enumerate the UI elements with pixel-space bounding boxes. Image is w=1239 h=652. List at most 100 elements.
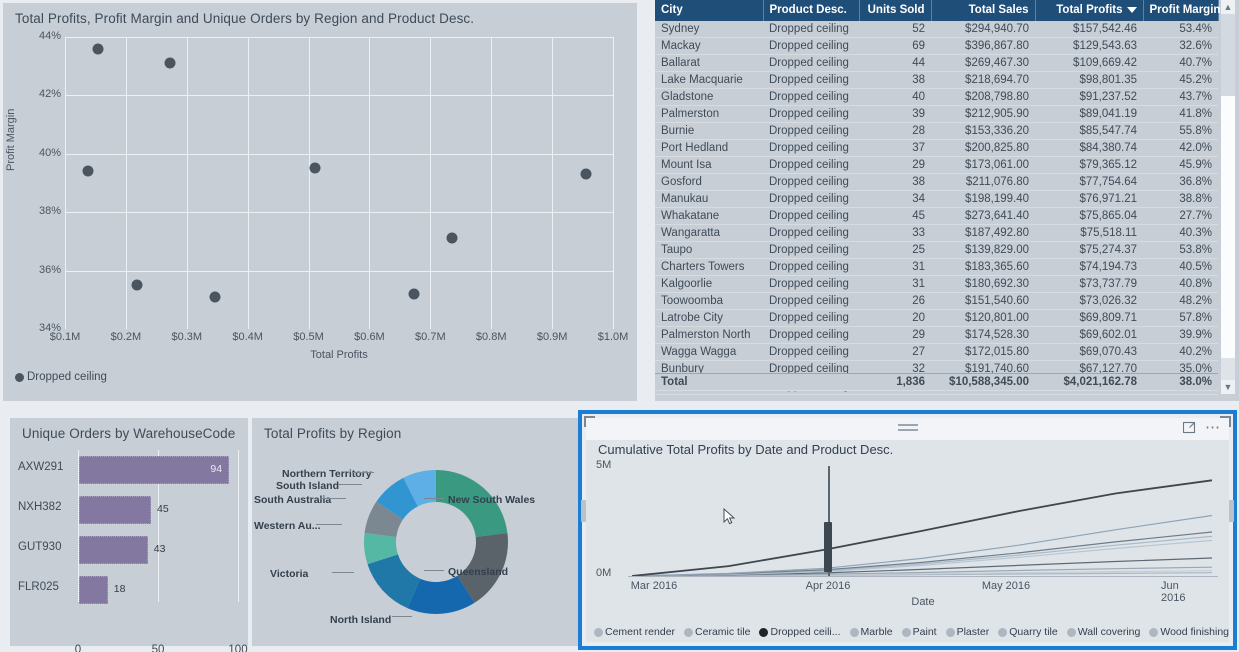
- donut-svg[interactable]: [360, 466, 512, 618]
- table-cell: 34: [859, 190, 931, 209]
- table-column-header[interactable]: Total Profits: [1035, 0, 1144, 21]
- scatter-x-tick: $0.8M: [475, 331, 507, 343]
- table-cell: Dropped ceiling: [763, 71, 859, 90]
- donut-chart-panel[interactable]: Total Profits by Region New South Wales Q…: [252, 418, 578, 646]
- header-icon-group[interactable]: ⋯: [1182, 420, 1221, 435]
- scatter-data-point[interactable]: [131, 279, 143, 291]
- table-row[interactable]: Burnie Dropped ceiling 28 $153,336.20 $85,54…: [655, 122, 1218, 141]
- more-options-icon[interactable]: ⋯: [1205, 420, 1221, 435]
- table-cell: Burnie: [655, 122, 763, 141]
- table-row[interactable]: Gosford Dropped ceiling 38 $211,076.80 $77,7…: [655, 173, 1218, 192]
- table-body[interactable]: Sydney Dropped ceiling 52 $294,940.70 $157,5…: [655, 21, 1218, 396]
- scatter-data-point[interactable]: [92, 43, 104, 55]
- donut-chart-plot[interactable]: New South Wales Queensland North Island Vic…: [252, 446, 578, 642]
- line-chart-focused-frame[interactable]: ⋯ Cumulative Total Profits by Date and P…: [578, 410, 1237, 650]
- table-row[interactable]: Lake Macquarie Dropped ceiling 38 $218,694.…: [655, 71, 1218, 90]
- scatter-gridlines: [65, 37, 614, 329]
- line-series-container[interactable]: [628, 466, 1218, 576]
- scrollbar-thumb[interactable]: [1221, 96, 1235, 358]
- focus-mode-icon[interactable]: [1182, 421, 1196, 434]
- line-series-path[interactable]: [631, 535, 1213, 576]
- legend-item[interactable]: Marble: [849, 626, 893, 638]
- table-row[interactable]: Palmerston North Dropped ceiling 29 $174,52…: [655, 326, 1218, 345]
- bar-chart-plot[interactable]: 94 45 43 18 AXW291 NXH382 GUT930 FLR025 0 50 100: [10, 448, 248, 652]
- scroll-down-icon[interactable]: ▼: [1221, 380, 1235, 394]
- line-chart-panel[interactable]: ⋯ Cumulative Total Profits by Date and P…: [586, 418, 1229, 642]
- table-column-header[interactable]: Units Sold: [859, 0, 932, 21]
- table-row[interactable]: Sydney Dropped ceiling 52 $294,940.70 $157,5…: [655, 21, 1218, 39]
- profits-table[interactable]: City Product Desc. Units Sold Total Sales To…: [655, 0, 1220, 396]
- table-row[interactable]: Kalgoorlie Dropped ceiling 31 $180,692.30 $7…: [655, 275, 1218, 294]
- scatter-x-tick: $0.4M: [232, 331, 263, 343]
- bar-segment[interactable]: [79, 536, 148, 564]
- gridline: [430, 37, 432, 329]
- table-cell: $173,061.00: [931, 156, 1035, 175]
- gridline: [125, 37, 127, 329]
- table-row[interactable]: Latrobe City Dropped ceiling 20 $120,801.00…: [655, 309, 1218, 328]
- table-row[interactable]: Manukau Dropped ceiling 34 $198,199.40 $76,9…: [655, 190, 1218, 209]
- legend-item[interactable]: Paint: [901, 626, 937, 638]
- legend-item[interactable]: Ceramic tile: [684, 626, 750, 638]
- scatter-data-point[interactable]: [408, 288, 420, 300]
- table-row[interactable]: Wagga Wagga Dropped ceiling 27 $172,015.80 $…: [655, 343, 1218, 362]
- gridline: [65, 153, 613, 155]
- table-row[interactable]: Taupo Dropped ceiling 25 $139,829.00 $75,274…: [655, 241, 1218, 260]
- table-row[interactable]: Toowoomba Dropped ceiling 26 $151,540.60 $73…: [655, 292, 1218, 311]
- scatter-y-tick: 36%: [38, 263, 61, 276]
- bar-segment[interactable]: [79, 576, 108, 604]
- scatter-chart-panel[interactable]: Total Profits, Profit Margin and Unique …: [3, 3, 637, 401]
- scatter-data-point[interactable]: [164, 57, 176, 69]
- bar-segment[interactable]: [79, 456, 230, 484]
- table-header[interactable]: City Product Desc. Units Sold Total Sales To…: [655, 0, 1220, 21]
- scatter-data-point[interactable]: [82, 165, 94, 177]
- table-row[interactable]: Mount Isa Dropped ceiling 29 $173,061.00 $79…: [655, 156, 1218, 175]
- scroll-up-icon[interactable]: ▲: [1221, 0, 1235, 14]
- table-cell: Mount Isa: [655, 156, 763, 175]
- table-cell: 31: [859, 258, 931, 277]
- table-scrollbar[interactable]: ▲ ▼: [1221, 0, 1235, 394]
- drag-handle-icon[interactable]: [897, 424, 918, 433]
- legend-item[interactable]: Wood finishing: [1149, 626, 1229, 638]
- bar-category-label: NXH382: [18, 501, 62, 513]
- scatter-x-axis-ticks: $0.1M $0.2M $0.3M $0.4M $0.5M $0.6M $0.7M $0.8M…: [50, 331, 629, 349]
- bar-segment[interactable]: [79, 496, 151, 524]
- table-row[interactable]: Whakatane Dropped ceiling 45 $273,641.40 $75…: [655, 207, 1218, 226]
- table-column-header[interactable]: City: [655, 0, 764, 21]
- line-chart-header-bar[interactable]: ⋯: [586, 418, 1229, 440]
- legend-item[interactable]: Dropped ceili...: [759, 626, 841, 638]
- scatter-legend[interactable]: Dropped ceiling: [15, 371, 107, 383]
- scatter-plot-area[interactable]: Profit Margin 34% 36% 38% 40% 42% 44% $0.1M $0…: [3, 29, 637, 361]
- table-column-header[interactable]: Product Desc.: [763, 0, 860, 21]
- resize-handle-right[interactable]: [1229, 500, 1234, 522]
- table-row[interactable]: Mackay Dropped ceiling 69 $396,867.80 $129,5…: [655, 37, 1218, 56]
- scatter-data-point[interactable]: [209, 291, 221, 303]
- scatter-data-point[interactable]: [309, 162, 321, 174]
- table-column-header[interactable]: Profit Margin: [1143, 0, 1220, 21]
- table-cell: $120,801.00: [931, 309, 1035, 328]
- resize-handle-left[interactable]: [581, 500, 586, 522]
- legend-item[interactable]: Cement render: [594, 626, 675, 638]
- table-row[interactable]: Port Hedland Dropped ceiling 37 $200,825.80…: [655, 139, 1218, 158]
- table-cell: $218,694.70: [931, 71, 1035, 90]
- data-table-panel[interactable]: City Product Desc. Units Sold Total Sales To…: [655, 0, 1239, 401]
- legend-item[interactable]: Quarry tile: [998, 626, 1058, 638]
- scrollbar-track[interactable]: [1221, 14, 1235, 96]
- table-cell: $139,829.00: [931, 241, 1035, 260]
- legend-item[interactable]: Wall covering: [1066, 626, 1140, 638]
- legend-dot-icon: [849, 627, 859, 637]
- table-row[interactable]: Gladstone Dropped ceiling 40 $208,798.80 $91…: [655, 88, 1218, 107]
- scatter-data-point[interactable]: [580, 168, 592, 180]
- line-chart-legend[interactable]: Cement render Ceramic tile Dropped ceili..…: [594, 626, 1229, 638]
- scatter-data-point[interactable]: [446, 232, 458, 244]
- table-row[interactable]: Charters Towers Dropped ceiling 31 $183,365…: [655, 258, 1218, 277]
- bar-chart-panel[interactable]: Unique Orders by WarehouseCode 94 45 43 18 A…: [10, 418, 248, 652]
- table-cell: 36.8%: [1143, 173, 1218, 192]
- table-header-row[interactable]: City Product Desc. Units Sold Total Sales To…: [655, 0, 1220, 21]
- table-row[interactable]: Ballarat Dropped ceiling 44 $269,467.30 $109…: [655, 54, 1218, 73]
- gridline: [308, 37, 310, 329]
- table-column-header[interactable]: Total Sales: [931, 0, 1036, 21]
- table-row[interactable]: Palmerston Dropped ceiling 39 $212,905.90 $8…: [655, 105, 1218, 124]
- legend-item[interactable]: Plaster: [945, 626, 989, 638]
- line-chart-plot-area[interactable]: 5M 0M Mar 2016 Apr 2016 May 2016 Jun 2016 Da…: [586, 459, 1229, 608]
- table-row[interactable]: Wangaratta Dropped ceiling 33 $187,492.80 $7…: [655, 224, 1218, 243]
